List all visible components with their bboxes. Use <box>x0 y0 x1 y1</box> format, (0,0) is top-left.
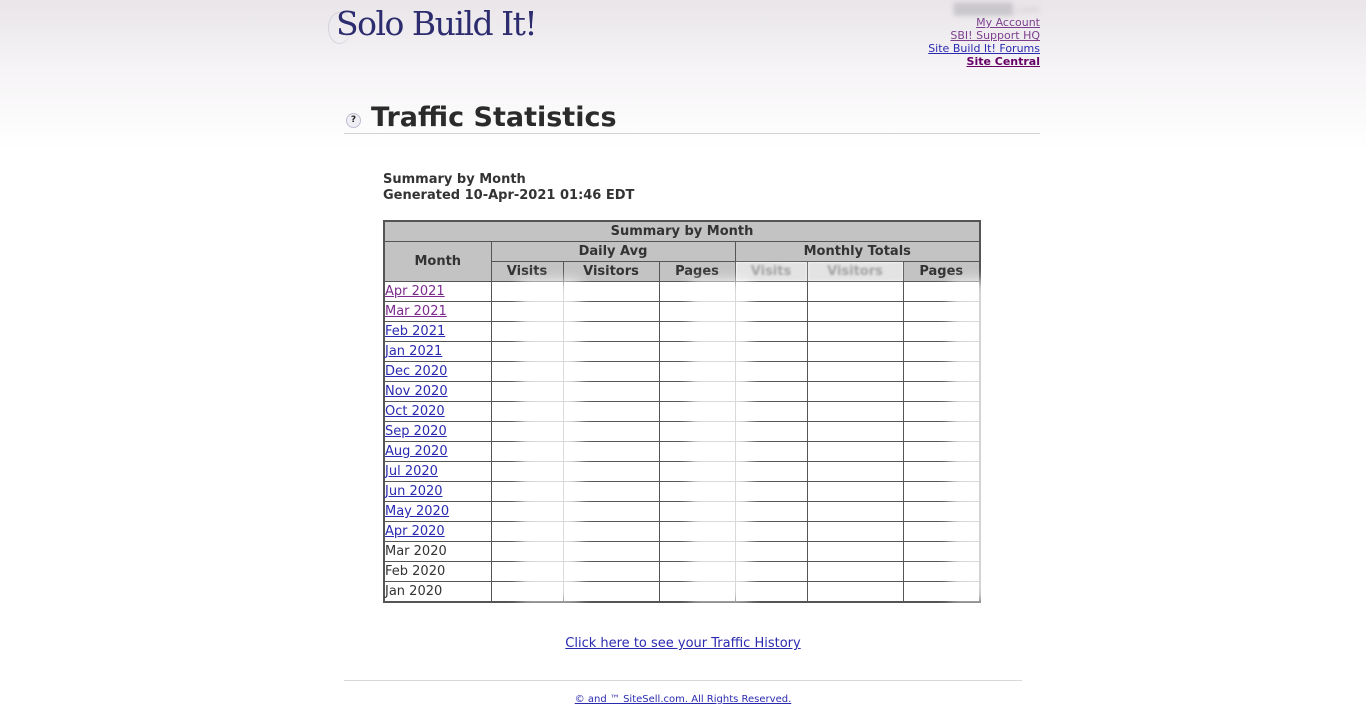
table-row: Apr 2021 <box>383 281 981 302</box>
month-cell[interactable]: Oct 2020 <box>383 401 492 422</box>
month-cell[interactable]: Apr 2021 <box>383 281 492 302</box>
redacted-value-cell <box>806 501 904 522</box>
month-link[interactable]: Jul 2020 <box>385 464 438 479</box>
table-row: Feb 2020 <box>383 561 981 582</box>
month-cell[interactable]: Jan 2021 <box>383 341 492 362</box>
table-row: Jun 2020 <box>383 481 981 502</box>
month-link[interactable]: Jun 2020 <box>385 484 443 499</box>
logo[interactable]: Solo Build It! <box>336 4 538 43</box>
month-link[interactable]: Oct 2020 <box>385 404 445 419</box>
redacted-value-cell <box>806 301 904 322</box>
redacted-value-cell <box>806 381 904 402</box>
month-cell[interactable]: Jun 2020 <box>383 481 492 502</box>
monthly-totals-header: Monthly Totals <box>734 241 981 262</box>
redacted-value-cell <box>806 441 904 462</box>
daily-visits-header: Visits <box>490 261 564 282</box>
summary-heading: Summary by Month Generated 10-Apr-2021 0… <box>383 172 634 204</box>
monthly-pages-header: Pages <box>902 261 981 282</box>
month-link[interactable]: Feb 2021 <box>385 324 445 339</box>
site-central-link[interactable]: Site Central <box>928 55 1040 68</box>
redacted-value-cell <box>806 481 904 502</box>
month-link[interactable]: Apr 2021 <box>385 284 445 299</box>
copyright-link[interactable]: © and ™ SiteSell.com. All Rights Reserve… <box>575 694 792 705</box>
redacted-value-cell <box>806 561 904 582</box>
redacted-value-cell <box>806 361 904 382</box>
table-row: Mar 2021 <box>383 301 981 322</box>
table-row: Jan 2020 <box>383 581 981 603</box>
month-label: Mar 2020 <box>385 544 447 559</box>
month-link[interactable]: Jan 2021 <box>385 344 442 359</box>
month-link[interactable]: Aug 2020 <box>385 444 448 459</box>
redaction-blur <box>520 280 580 602</box>
redaction-blur <box>950 280 990 602</box>
table-row: Jul 2020 <box>383 461 981 482</box>
month-cell[interactable]: Apr 2020 <box>383 521 492 542</box>
redaction-blur <box>690 280 750 602</box>
table-row: Sep 2020 <box>383 421 981 442</box>
table-body: Apr 2021 Mar 2021 Feb 2021 Jan 2021 Dec 2020… <box>383 281 981 603</box>
redacted-value-cell <box>806 461 904 482</box>
support-link[interactable]: SBI! Support HQ <box>928 29 1040 42</box>
footer-divider <box>344 680 1022 681</box>
my-account-link[interactable]: My Account <box>928 16 1040 29</box>
help-icon[interactable]: ? <box>346 113 361 128</box>
monthly-visitors-header: Visitors <box>806 261 904 282</box>
month-cell[interactable]: Feb 2021 <box>383 321 492 342</box>
month-cell[interactable]: Sep 2020 <box>383 421 492 442</box>
history-link-row: Click here to see your Traffic History <box>0 636 1366 651</box>
month-cell[interactable]: Dec 2020 <box>383 361 492 382</box>
page-title: Traffic Statistics <box>371 102 617 133</box>
redacted-value-cell <box>806 421 904 442</box>
title-row: ? Traffic Statistics <box>344 100 1040 134</box>
month-link[interactable]: Nov 2020 <box>385 384 448 399</box>
redacted-value-cell <box>806 581 904 603</box>
redacted-value-cell <box>806 341 904 362</box>
summary-title: Summary by Month <box>383 172 526 187</box>
month-link[interactable]: Dec 2020 <box>385 364 447 379</box>
month-cell[interactable]: Mar 2021 <box>383 301 492 322</box>
redacted-value-cell <box>806 321 904 342</box>
monthly-visits-header: Visits <box>734 261 808 282</box>
month-cell[interactable]: Aug 2020 <box>383 441 492 462</box>
table-row: Mar 2020 <box>383 541 981 562</box>
daily-avg-header: Daily Avg <box>490 241 736 262</box>
month-label: Feb 2020 <box>385 564 446 579</box>
month-cell: Feb 2020 <box>383 561 492 582</box>
summary-table: Summary by Month Month Daily Avg Monthly… <box>383 220 981 603</box>
generated-timestamp: Generated 10-Apr-2021 01:46 EDT <box>383 188 635 203</box>
month-cell[interactable]: May 2020 <box>383 501 492 522</box>
site-domain: ███████.com <box>953 3 1040 16</box>
month-link[interactable]: Sep 2020 <box>385 424 447 439</box>
month-cell[interactable]: Nov 2020 <box>383 381 492 402</box>
month-cell: Mar 2020 <box>383 541 492 562</box>
month-link[interactable]: Apr 2020 <box>385 524 445 539</box>
traffic-history-link[interactable]: Click here to see your Traffic History <box>565 636 800 651</box>
daily-pages-header: Pages <box>658 261 736 282</box>
table-row: Apr 2020 <box>383 521 981 542</box>
month-cell[interactable]: Jul 2020 <box>383 461 492 482</box>
table-row: Oct 2020 <box>383 401 981 422</box>
table-row: Aug 2020 <box>383 441 981 462</box>
month-column-header: Month <box>383 241 492 282</box>
table-caption: Summary by Month <box>383 220 981 242</box>
table-row: May 2020 <box>383 501 981 522</box>
redacted-value-cell <box>806 281 904 302</box>
top-links: ███████.com My Account SBI! Support HQ S… <box>928 3 1040 68</box>
table-row: Feb 2021 <box>383 321 981 342</box>
month-cell: Jan 2020 <box>383 581 492 603</box>
table-row: Dec 2020 <box>383 361 981 382</box>
redacted-value-cell <box>806 521 904 542</box>
table-row: Jan 2021 <box>383 341 981 362</box>
month-link[interactable]: Mar 2021 <box>385 304 447 319</box>
redacted-value-cell <box>806 401 904 422</box>
table-row: Nov 2020 <box>383 381 981 402</box>
forums-link[interactable]: Site Build It! Forums <box>928 42 1040 55</box>
footer: © and ™ SiteSell.com. All Rights Reserve… <box>0 694 1366 705</box>
daily-visitors-header: Visitors <box>562 261 660 282</box>
month-label: Jan 2020 <box>385 584 443 599</box>
redacted-value-cell <box>806 541 904 562</box>
month-link[interactable]: May 2020 <box>385 504 449 519</box>
